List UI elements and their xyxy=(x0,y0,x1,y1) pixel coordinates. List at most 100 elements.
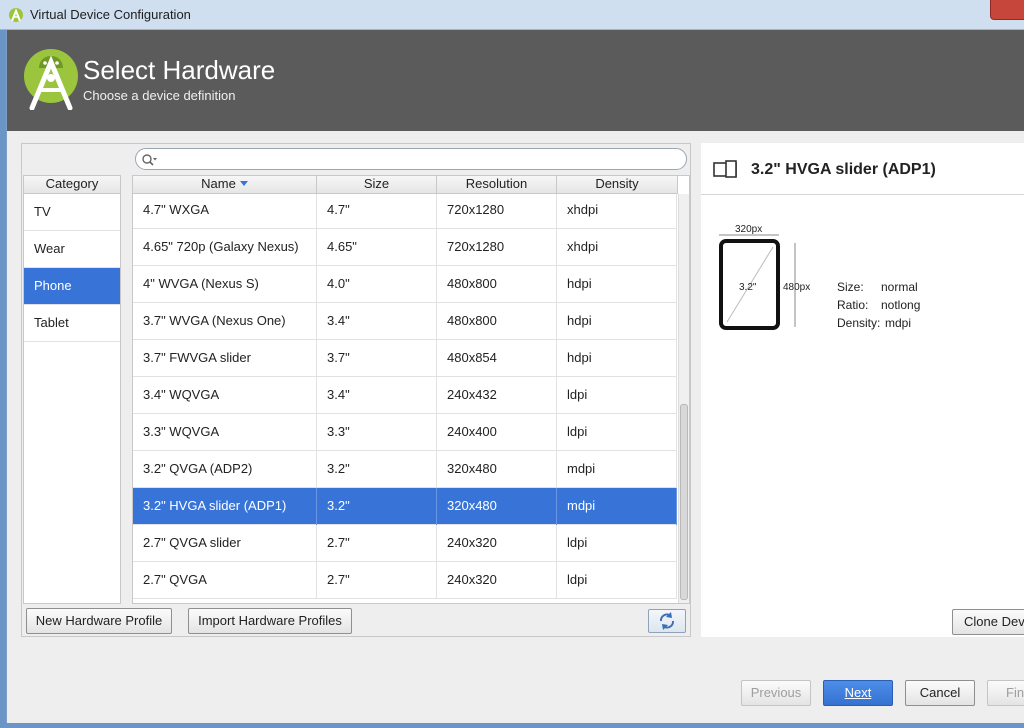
android-studio-icon xyxy=(9,8,23,22)
table-row[interactable]: 4.7" WXGA 4.7" 720x1280 xhdpi xyxy=(133,194,677,229)
cell-density: mdpi xyxy=(557,488,677,525)
table-row[interactable]: 3.7" FWVGA slider 3.7" 480x854 hdpi xyxy=(133,340,677,377)
table-row[interactable]: 2.7" QVGA slider 2.7" 240x320 ldpi xyxy=(133,525,677,562)
category-item-tablet[interactable]: Tablet xyxy=(24,305,120,342)
density-value: mdpi xyxy=(885,316,912,330)
cell-size: 2.7" xyxy=(317,562,437,599)
cell-size: 2.7" xyxy=(317,525,437,562)
table-row[interactable]: 3.2" QVGA (ADP2) 3.2" 320x480 mdpi xyxy=(133,451,677,488)
new-hardware-profile-button[interactable]: New Hardware Profile xyxy=(26,608,172,634)
cell-density: ldpi xyxy=(557,377,677,414)
cell-name: 3.7" WVGA (Nexus One) xyxy=(133,303,317,340)
category-list: Category TV Wear Phone Tablet xyxy=(23,175,121,604)
cell-name: 2.7" QVGA xyxy=(133,562,317,599)
window-title: Virtual Device Configuration xyxy=(30,7,191,22)
refresh-icon xyxy=(660,612,674,630)
cell-density: hdpi xyxy=(557,340,677,377)
cell-name: 3.3" WQVGA xyxy=(133,414,317,451)
cell-density: hdpi xyxy=(557,303,677,340)
cell-name: 2.7" QVGA slider xyxy=(133,525,317,562)
next-button-label: Next xyxy=(844,685,872,700)
page-subtitle: Choose a device definition xyxy=(83,88,236,103)
import-hardware-profiles-button[interactable]: Import Hardware Profiles xyxy=(188,608,352,634)
cancel-button[interactable]: Cancel xyxy=(905,680,975,706)
refresh-button[interactable] xyxy=(648,609,686,633)
sort-descending-icon xyxy=(239,181,248,186)
cell-resolution: 240x432 xyxy=(437,377,557,414)
cell-name: 3.7" FWVGA slider xyxy=(133,340,317,377)
cell-size: 3.3" xyxy=(317,414,437,451)
detail-device-title: 3.2" HVGA slider (ADP1) xyxy=(751,161,936,178)
android-studio-logo-icon xyxy=(24,49,78,110)
device-table: Name Size Resolution Density 4.7" WXGA 4.… xyxy=(132,175,690,604)
device-preview-diagram: 320px 480px 3.2" xyxy=(715,224,825,337)
density-label: Density: xyxy=(837,316,881,330)
ratio-label: Ratio: xyxy=(837,298,869,312)
column-header-name[interactable]: Name xyxy=(133,176,317,194)
page-title: Select Hardware xyxy=(83,55,276,85)
device-frame-icon xyxy=(713,160,737,178)
size-label: Size: xyxy=(837,280,864,294)
cell-name: 4.7" WXGA xyxy=(133,194,317,229)
cell-size: 4.65" xyxy=(317,229,437,266)
column-header-resolution[interactable]: Resolution xyxy=(437,176,557,194)
cell-density: xhdpi xyxy=(557,194,677,229)
window-close-button[interactable] xyxy=(990,0,1024,20)
dialog-body: Select Hardware Choose a device definiti… xyxy=(6,30,1024,723)
table-row[interactable]: 4" WVGA (Nexus S) 4.0" 480x800 hdpi xyxy=(133,266,677,303)
cell-size: 4.0" xyxy=(317,266,437,303)
category-header: Category xyxy=(24,176,120,194)
column-header-size[interactable]: Size xyxy=(317,176,437,194)
next-button[interactable]: Next xyxy=(823,680,893,706)
table-row[interactable]: 3.2" HVGA slider (ADP1) 3.2" 320x480 mdpi xyxy=(133,488,677,525)
search-input[interactable] xyxy=(135,148,687,170)
cell-size: 3.7" xyxy=(317,340,437,377)
table-row[interactable]: 4.65" 720p (Galaxy Nexus) 4.65" 720x1280 xh… xyxy=(133,229,677,266)
table-row[interactable]: 3.3" WQVGA 3.3" 240x400 ldpi xyxy=(133,414,677,451)
table-row[interactable]: 3.4" WQVGA 3.4" 240x432 ldpi xyxy=(133,377,677,414)
diagonal-size-label: 3.2" xyxy=(739,282,757,293)
window-titlebar: Virtual Device Configuration xyxy=(0,0,1024,30)
cell-resolution: 320x480 xyxy=(437,451,557,488)
cell-name: 3.2" QVGA (ADP2) xyxy=(133,451,317,488)
cell-name: 3.2" HVGA slider (ADP1) xyxy=(133,488,317,525)
cell-resolution: 720x1280 xyxy=(437,229,557,266)
cell-size: 3.4" xyxy=(317,303,437,340)
finish-button[interactable]: Fin xyxy=(987,680,1024,706)
table-header: Name Size Resolution Density xyxy=(133,176,678,194)
clone-device-button[interactable]: Clone Devi xyxy=(952,609,1024,635)
cell-density: mdpi xyxy=(557,451,677,488)
device-detail-panel: 3.2" HVGA slider (ADP1) 320px 480px 3.2"… xyxy=(701,143,1024,637)
detail-header: 3.2" HVGA slider (ADP1) xyxy=(701,143,1024,195)
table-row[interactable]: 3.7" WVGA (Nexus One) 3.4" 480x800 hdpi xyxy=(133,303,677,340)
cell-density: ldpi xyxy=(557,525,677,562)
column-header-density[interactable]: Density xyxy=(557,176,678,194)
table-scrollbar[interactable] xyxy=(678,194,689,603)
dialog-header: Select Hardware Choose a device definiti… xyxy=(7,30,1024,131)
cell-size: 3.2" xyxy=(317,488,437,525)
cell-resolution: 240x320 xyxy=(437,562,557,599)
height-dimension-label: 480px xyxy=(783,282,811,293)
cell-resolution: 480x854 xyxy=(437,340,557,377)
cell-name: 3.4" WQVGA xyxy=(133,377,317,414)
scrollbar-thumb[interactable] xyxy=(680,404,688,600)
cell-resolution: 480x800 xyxy=(437,303,557,340)
category-item-phone[interactable]: Phone xyxy=(24,268,120,305)
category-item-wear[interactable]: Wear xyxy=(24,231,120,268)
search-icon xyxy=(142,154,157,166)
size-value: normal xyxy=(881,280,918,294)
cell-resolution: 240x400 xyxy=(437,414,557,451)
device-list-panel: Category TV Wear Phone Tablet Name Size … xyxy=(21,143,691,637)
column-header-name-label: Name xyxy=(201,176,236,191)
cell-name: 4" WVGA (Nexus S) xyxy=(133,266,317,303)
cell-density: ldpi xyxy=(557,562,677,599)
table-row[interactable]: 2.7" QVGA 2.7" 240x320 ldpi xyxy=(133,562,677,599)
table-body: 4.7" WXGA 4.7" 720x1280 xhdpi 4.65" 720p (Ga… xyxy=(133,194,677,603)
cell-density: ldpi xyxy=(557,414,677,451)
ratio-value: notlong xyxy=(881,298,921,312)
cell-density: hdpi xyxy=(557,266,677,303)
cell-name: 4.65" 720p (Galaxy Nexus) xyxy=(133,229,317,266)
cell-size: 4.7" xyxy=(317,194,437,229)
category-item-tv[interactable]: TV xyxy=(24,194,120,231)
previous-button[interactable]: Previous xyxy=(741,680,811,706)
